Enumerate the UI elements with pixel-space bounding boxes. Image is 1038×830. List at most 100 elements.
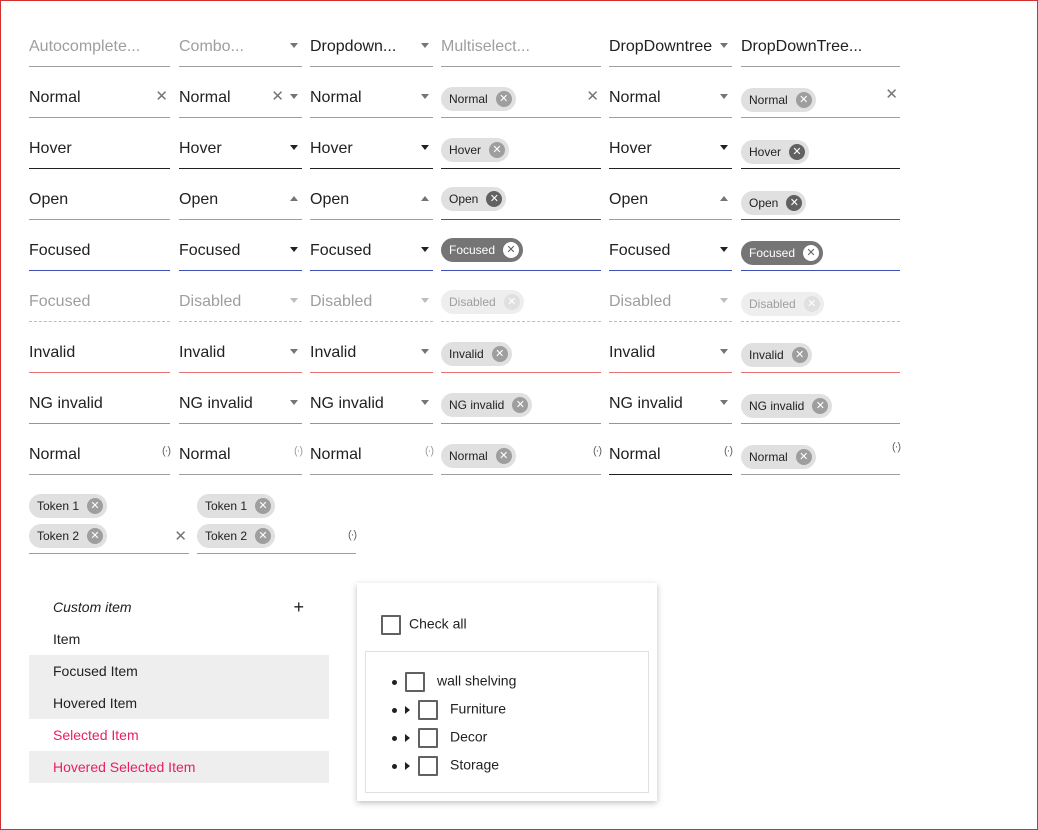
list-item-hovered[interactable]: Hovered Item: [29, 687, 329, 719]
autocomplete-input[interactable]: Open: [29, 180, 170, 220]
dropdowntree-input[interactable]: NG invalid: [609, 384, 732, 424]
checkbox[interactable]: [418, 728, 438, 748]
chip-remove-icon[interactable]: ✕: [255, 498, 272, 514]
chip-remove-icon[interactable]: ✕: [503, 242, 520, 258]
dropdown-input[interactable]: Focused: [310, 231, 433, 271]
expand-icon[interactable]: [405, 762, 410, 770]
chevron-up-icon[interactable]: [421, 196, 429, 201]
autocomplete-input[interactable]: Focused: [29, 231, 170, 271]
dropdown-input[interactable]: NG invalid: [310, 384, 433, 424]
dropdown-input[interactable]: Invalid: [310, 333, 433, 373]
multiselect-input[interactable]: Normal ✕ (·): [441, 435, 602, 475]
multiselect-input[interactable]: NG invalid ✕: [441, 384, 601, 424]
chip-remove-icon[interactable]: ✕: [491, 346, 508, 362]
combobox-input[interactable]: Combo...: [179, 27, 302, 67]
combobox-input[interactable]: Invalid: [179, 333, 302, 373]
checkbox[interactable]: [418, 700, 438, 720]
chevron-down-icon[interactable]: [720, 400, 728, 405]
multiselecttree-input[interactable]: Hover ✕: [741, 129, 900, 169]
tree-node[interactable]: Decor: [392, 728, 487, 748]
chevron-down-icon[interactable]: [290, 94, 298, 99]
dropdown-input[interactable]: Normal: [310, 78, 433, 118]
combobox-input[interactable]: Normal (·): [179, 435, 303, 475]
chip-remove-icon[interactable]: ✕: [87, 528, 104, 544]
checkbox[interactable]: [418, 756, 438, 776]
checkbox[interactable]: [381, 615, 401, 635]
dropdowntree-input[interactable]: Focused: [609, 231, 732, 271]
chip-remove-icon[interactable]: ✕: [789, 144, 806, 160]
combobox-input[interactable]: Normal ✕: [179, 78, 302, 118]
chevron-down-icon[interactable]: [720, 145, 728, 150]
autocomplete-input[interactable]: Normal ✕: [29, 78, 170, 118]
autocomplete-input[interactable]: NG invalid: [29, 384, 170, 424]
multiselect-input[interactable]: Open ✕: [441, 180, 601, 220]
tree-node[interactable]: Storage: [392, 756, 499, 776]
chevron-down-icon[interactable]: [290, 145, 298, 150]
plus-icon[interactable]: +: [293, 591, 304, 623]
dropdown-input[interactable]: Hover: [310, 129, 433, 169]
clear-icon[interactable]: ✕: [174, 527, 187, 545]
check-all[interactable]: Check all: [381, 615, 467, 635]
multiselecttree-input[interactable]: NG invalid ✕: [741, 384, 900, 424]
chevron-down-icon[interactable]: [720, 94, 728, 99]
chevron-down-icon[interactable]: [720, 43, 728, 48]
clear-icon[interactable]: ✕: [155, 89, 168, 105]
expand-icon[interactable]: [405, 706, 410, 714]
multiselecttree-input[interactable]: Open ✕: [741, 180, 900, 220]
chip-remove-icon[interactable]: ✕: [803, 245, 820, 261]
chip-remove-icon[interactable]: ✕: [495, 448, 512, 464]
multiselect-input[interactable]: Hover ✕: [441, 129, 601, 169]
dropdowntree-input[interactable]: DropDowntree: [609, 27, 732, 67]
chevron-down-icon[interactable]: [290, 43, 298, 48]
token-multiselect-loading[interactable]: Token 1 ✕ Token 2 ✕ (·): [197, 490, 357, 554]
multiselect-input[interactable]: Invalid ✕: [441, 333, 601, 373]
expand-icon[interactable]: [405, 734, 410, 742]
chip-remove-icon[interactable]: ✕: [495, 91, 512, 107]
chip-remove-icon[interactable]: ✕: [795, 92, 812, 108]
dropdowntree-input[interactable]: Invalid: [609, 333, 732, 373]
multiselect-input[interactable]: Normal ✕ ✕: [441, 78, 601, 118]
chip-remove-icon[interactable]: ✕: [489, 142, 506, 158]
multiselecttree-input[interactable]: Invalid ✕: [741, 333, 900, 373]
chip-remove-icon[interactable]: ✕: [812, 398, 829, 414]
list-item-custom[interactable]: Custom item +: [29, 591, 329, 623]
dropdowntree-input[interactable]: Hover: [609, 129, 732, 169]
chevron-down-icon[interactable]: [290, 349, 298, 354]
chevron-down-icon[interactable]: [720, 349, 728, 354]
dropdowntree-input[interactable]: Normal: [609, 78, 732, 118]
chip-remove-icon[interactable]: ✕: [795, 449, 812, 465]
multiselecttree-input[interactable]: DropDownTree...: [741, 27, 900, 67]
tree-node[interactable]: Furniture: [392, 700, 506, 720]
multiselecttree-input[interactable]: Normal ✕ (·): [741, 435, 901, 475]
autocomplete-input[interactable]: Invalid: [29, 333, 170, 373]
checkbox[interactable]: [405, 672, 425, 692]
chevron-down-icon[interactable]: [290, 247, 298, 252]
multiselecttree-input[interactable]: Focused ✕: [741, 231, 900, 271]
chevron-down-icon[interactable]: [421, 349, 429, 354]
list-item-focused[interactable]: Focused Item: [29, 655, 329, 687]
dropdown-input[interactable]: Normal (·): [310, 435, 434, 475]
combobox-input[interactable]: NG invalid: [179, 384, 302, 424]
chip-remove-icon[interactable]: ✕: [255, 528, 272, 544]
chevron-up-icon[interactable]: [720, 196, 728, 201]
tree-node[interactable]: wall shelving: [392, 672, 516, 692]
multiselect-input[interactable]: Multiselect...: [441, 27, 601, 67]
dropdowntree-input[interactable]: Normal (·): [609, 435, 733, 475]
clear-icon[interactable]: ✕: [271, 89, 284, 105]
list-item-selected[interactable]: Selected Item: [29, 719, 329, 751]
dropdowntree-input[interactable]: Open: [609, 180, 732, 220]
multiselecttree-input[interactable]: Normal ✕ ✕: [741, 78, 900, 118]
chip-remove-icon[interactable]: ✕: [87, 498, 104, 514]
chevron-down-icon[interactable]: [421, 145, 429, 150]
chevron-down-icon[interactable]: [421, 247, 429, 252]
token-multiselect[interactable]: Token 1 ✕ Token 2 ✕ ✕: [29, 490, 189, 554]
chip-remove-icon[interactable]: ✕: [786, 195, 803, 211]
list-item[interactable]: Item: [29, 623, 329, 655]
chevron-down-icon[interactable]: [720, 247, 728, 252]
dropdown-input[interactable]: Open: [310, 180, 433, 220]
combobox-input[interactable]: Hover: [179, 129, 302, 169]
chevron-down-icon[interactable]: [421, 94, 429, 99]
autocomplete-input[interactable]: Autocomplete...: [29, 27, 170, 67]
combobox-input[interactable]: Open: [179, 180, 302, 220]
chip-remove-icon[interactable]: ✕: [486, 191, 503, 207]
